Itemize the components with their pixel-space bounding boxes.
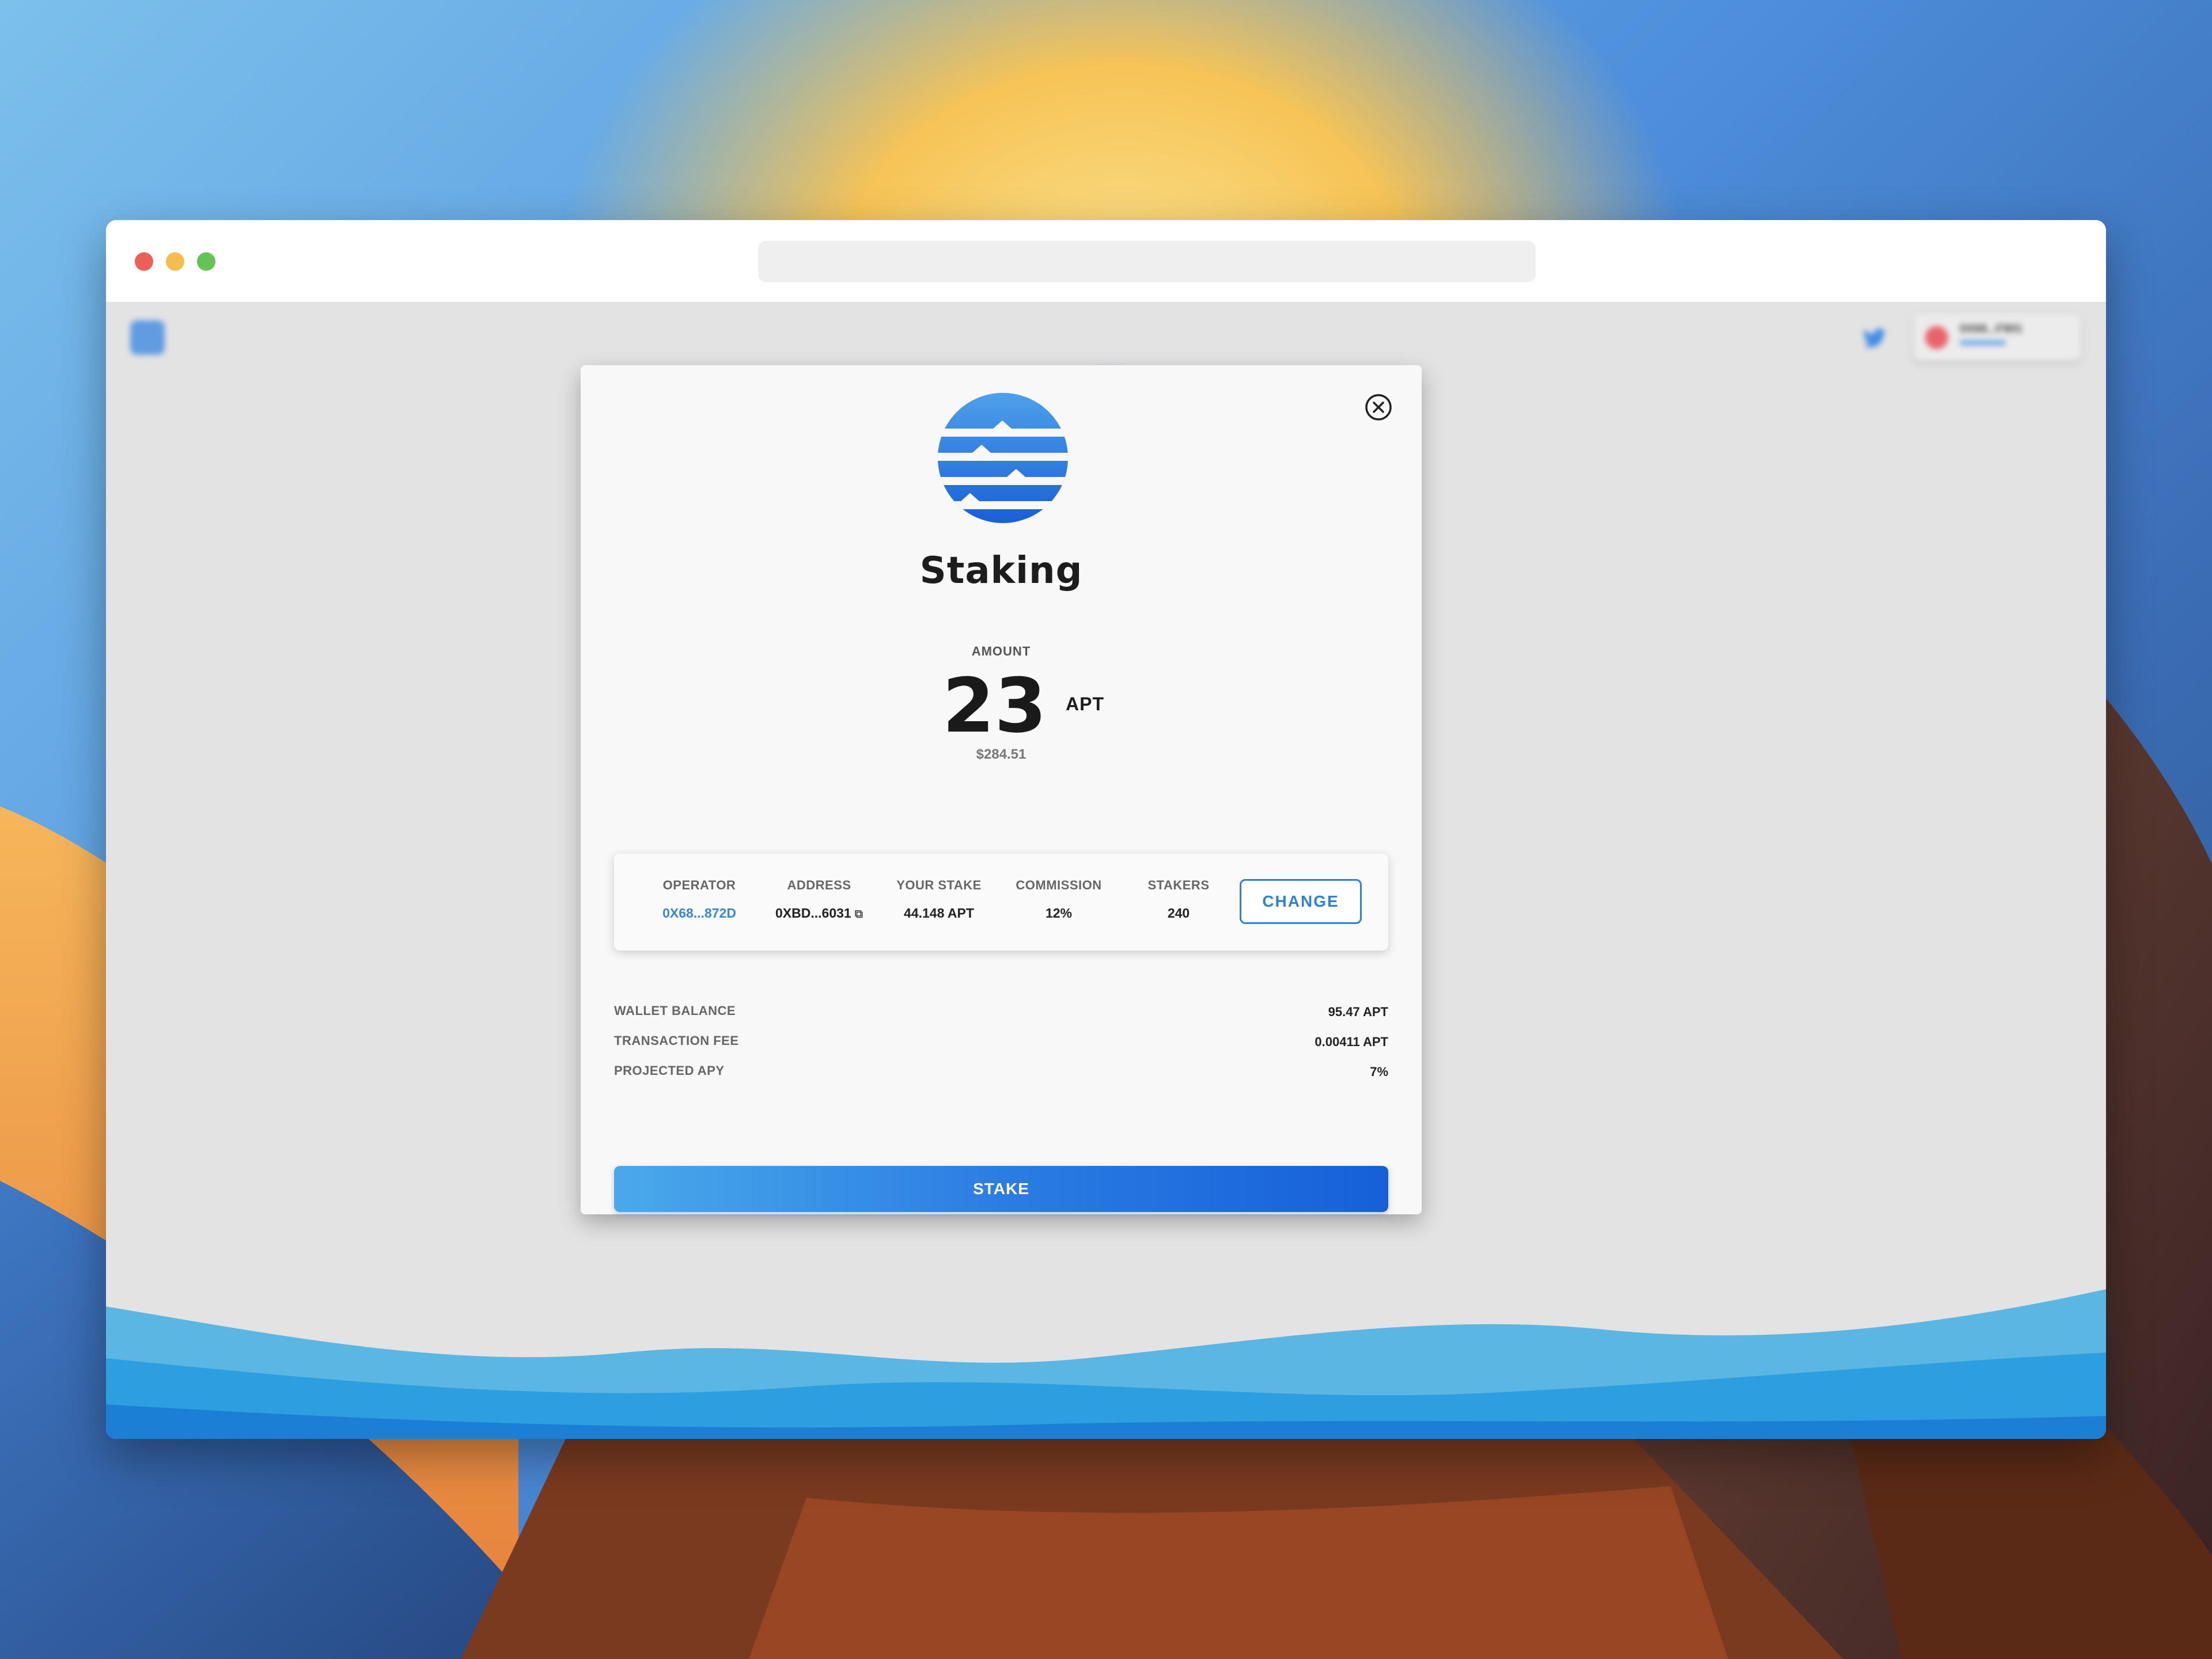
amount-input[interactable]: 23 xyxy=(942,662,1047,749)
copy-icon[interactable]: ⧉ xyxy=(855,908,863,921)
wallet-account-chip[interactable]: 0X68...F901 xyxy=(1914,315,2081,361)
wallet-balance-label: WALLET BALANCE xyxy=(614,1003,736,1018)
operator-link[interactable]: 0X68...872D xyxy=(642,906,757,921)
summary-row-projected-apy: PROJECTED APY 7% xyxy=(614,1063,1388,1086)
address-value: 0XBD...6031 ⧉ xyxy=(762,906,877,921)
transaction-fee-label: TRANSACTION FEE xyxy=(614,1033,739,1048)
modal-title: Staking xyxy=(919,550,1083,592)
operator-header: OPERATOR xyxy=(662,878,736,892)
transaction-fee-value: 0.00411 APT xyxy=(1315,1035,1388,1049)
your-stake-value: 44.148 APT xyxy=(904,906,974,921)
close-modal-button[interactable] xyxy=(1364,393,1393,422)
wallet-balance-placeholder xyxy=(1960,340,2006,346)
summary-row-transaction-fee: TRANSACTION FEE 0.00411 APT xyxy=(614,1033,1388,1056)
wallet-balance-value: 95.47 APT xyxy=(1328,1005,1388,1019)
your-stake-header: YOUR STAKE xyxy=(896,878,982,892)
aptos-logo-icon xyxy=(938,393,1068,523)
stake-button[interactable]: STAKE xyxy=(614,1166,1388,1212)
wallet-avatar xyxy=(1925,326,1948,349)
address-header: ADDRESS xyxy=(787,878,851,892)
summary-row-wallet-balance: WALLET BALANCE 95.47 APT xyxy=(614,1003,1388,1027)
commission-header: COMMISSION xyxy=(1016,878,1102,892)
twitter-icon[interactable] xyxy=(1863,328,1886,349)
projected-apy-value: 7% xyxy=(1370,1065,1388,1079)
commission-value: 12% xyxy=(1045,906,1073,921)
minimize-window-button[interactable] xyxy=(166,252,184,271)
stakers-value: 240 xyxy=(1167,906,1190,921)
close-window-button[interactable] xyxy=(135,252,153,271)
amount-unit: APT xyxy=(1066,694,1104,714)
maximize-window-button[interactable] xyxy=(197,252,215,271)
change-validator-button[interactable]: CHANGE xyxy=(1240,879,1362,924)
stakers-header: STAKERS xyxy=(1147,878,1210,892)
validator-card: OPERATOR 0X68...872D ADDRESS 0XBD...6031… xyxy=(614,854,1388,950)
close-circle-icon xyxy=(1365,394,1392,421)
address-bar[interactable] xyxy=(758,241,1536,282)
operator-column: OPERATOR 0X68...872D xyxy=(642,878,757,921)
your-stake-column: YOUR STAKE 44.148 APT xyxy=(881,878,997,921)
commission-column: COMMISSION 12% xyxy=(1001,878,1116,921)
app-logo-icon[interactable] xyxy=(130,320,165,355)
amount-usd-value: $284.51 xyxy=(976,747,1027,762)
staking-modal: Staking AMOUNT 23 APT $284.51 OPERATOR 0… xyxy=(581,365,1422,1214)
decorative-waves xyxy=(106,1289,2106,1439)
stakers-column: STAKERS 240 xyxy=(1121,878,1236,921)
projected-apy-label: PROJECTED APY xyxy=(614,1063,725,1078)
address-column: ADDRESS 0XBD...6031 ⧉ xyxy=(762,878,877,921)
wallet-address: 0X68...F901 xyxy=(1960,323,2022,335)
browser-titlebar xyxy=(106,220,2106,302)
address-text: 0XBD...6031 xyxy=(775,906,851,921)
amount-label: AMOUNT xyxy=(971,644,1031,658)
